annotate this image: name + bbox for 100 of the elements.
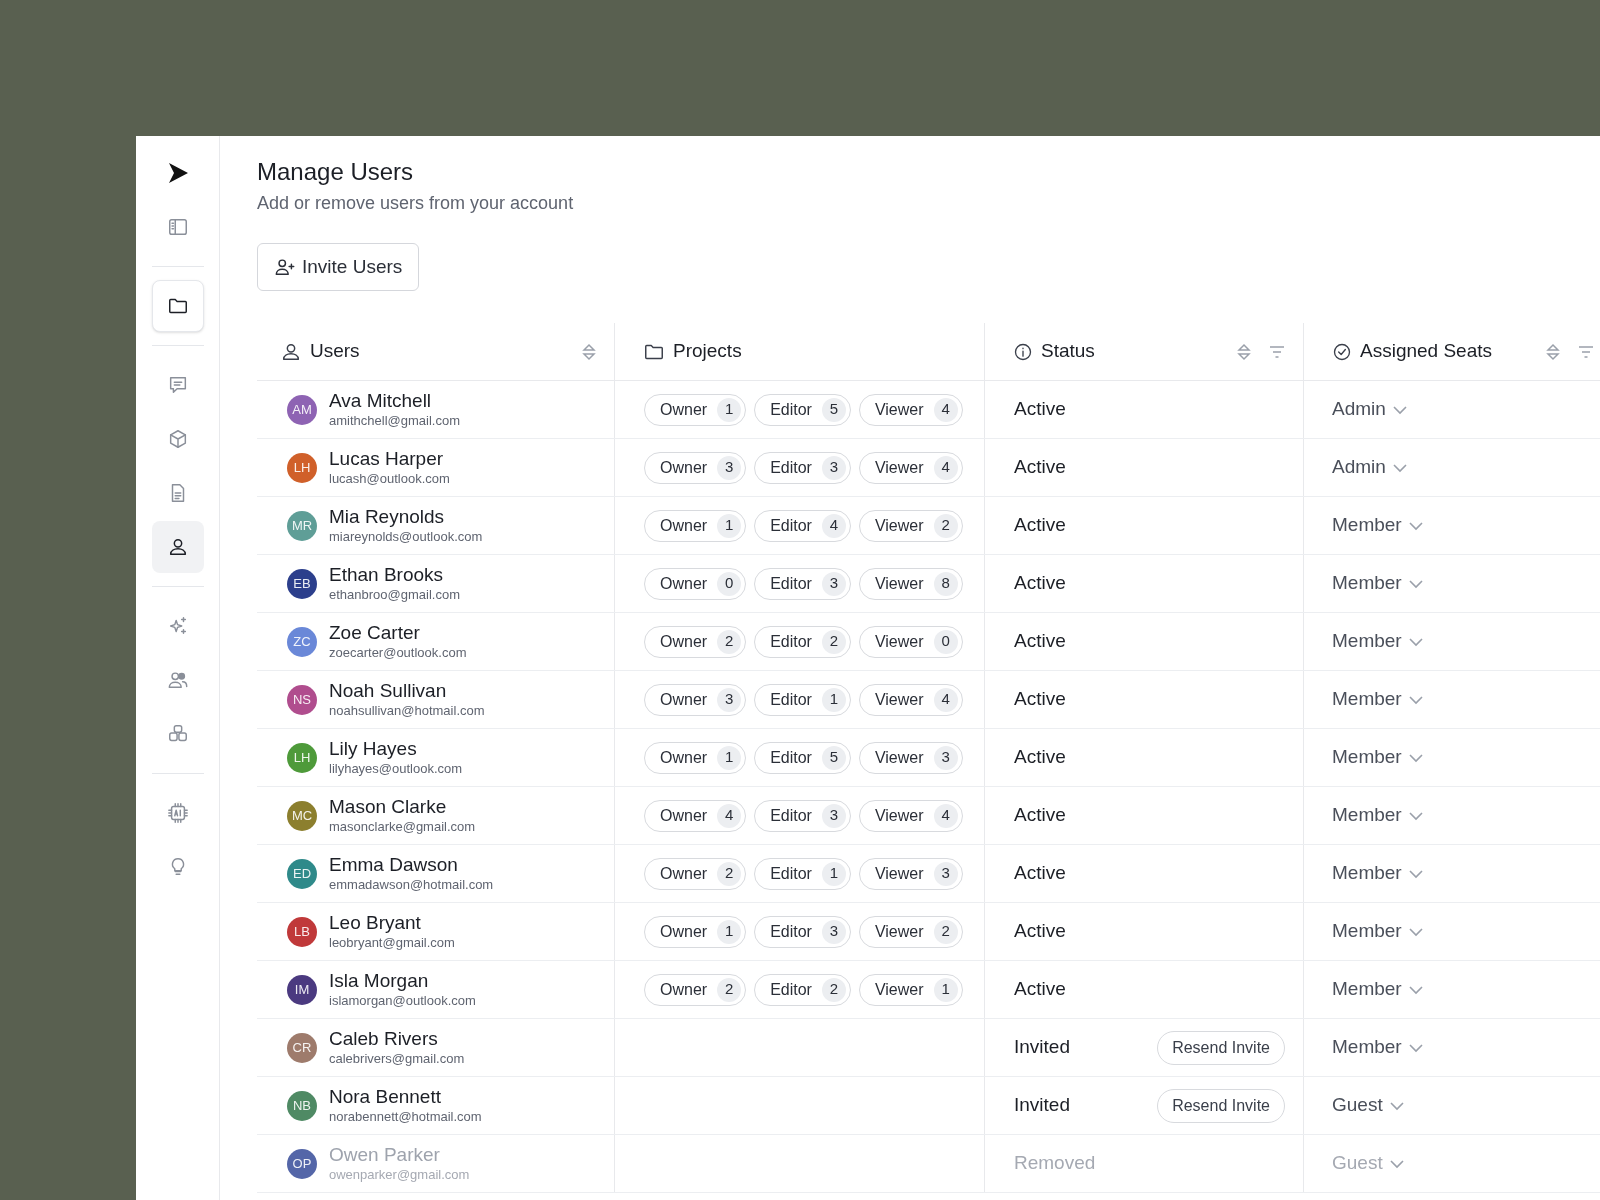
page-subtitle: Add or remove users from your account xyxy=(257,192,574,215)
seat-dropdown[interactable]: Member xyxy=(1332,685,1424,714)
status-text: Active xyxy=(1014,397,1066,422)
role-count: 3 xyxy=(933,861,958,886)
role-count: 1 xyxy=(717,919,742,944)
avatar: EB xyxy=(287,568,317,599)
role-count: 5 xyxy=(821,745,846,770)
avatar: ZC xyxy=(287,626,317,657)
role-count: 3 xyxy=(717,455,742,480)
avatar: NS xyxy=(287,684,317,715)
column-header: Projects xyxy=(673,339,742,364)
seat-dropdown[interactable]: Member xyxy=(1332,975,1424,1004)
avatar: LB xyxy=(287,916,317,947)
user-name: Owen Parker xyxy=(329,1144,441,1166)
seat-dropdown[interactable]: Member xyxy=(1332,569,1424,598)
user-name: Lucas Harper xyxy=(329,448,445,470)
avatar: OP xyxy=(287,1148,317,1179)
role-count: 3 xyxy=(821,571,846,596)
role-count: 1 xyxy=(717,745,742,770)
seat-dropdown[interactable]: Guest xyxy=(1332,1091,1405,1120)
avatar: NB xyxy=(287,1090,317,1121)
invite-users-button[interactable]: Invite Users xyxy=(257,243,420,291)
user-name: Isla Morgan xyxy=(329,970,430,992)
status-text: Active xyxy=(1014,861,1066,886)
role-count: 2 xyxy=(933,919,958,944)
user-name: Caleb Rivers xyxy=(329,1028,439,1050)
status-text: Active xyxy=(1014,513,1066,538)
role-count: 1 xyxy=(821,687,846,712)
avatar: IM xyxy=(287,974,317,1005)
role-count: 1 xyxy=(717,513,742,538)
avatar: MR xyxy=(287,510,317,541)
role-count: 1 xyxy=(717,397,742,422)
user-email: ethanbroo@gmail.com xyxy=(329,586,460,603)
column-header: Assigned Seats xyxy=(1360,339,1493,364)
user-name: Nora Bennett xyxy=(329,1086,442,1108)
role-count: 2 xyxy=(821,629,846,654)
role-count: 2 xyxy=(933,513,958,538)
avatar: LH xyxy=(287,452,317,483)
role-count: 1 xyxy=(821,861,846,886)
user-email: lucash@outlook.com xyxy=(329,470,450,487)
user-name: Noah Sullivan xyxy=(329,680,448,702)
role-count: 4 xyxy=(933,687,958,712)
seat-dropdown[interactable]: Member xyxy=(1332,801,1424,830)
user-email: masonclarke@gmail.com xyxy=(329,818,476,835)
user-name: Leo Bryant xyxy=(329,912,422,934)
user-name: Ava Mitchell xyxy=(329,390,433,412)
status-text: Active xyxy=(1014,977,1066,1002)
role-count: 3 xyxy=(821,455,846,480)
status-text: Active xyxy=(1014,629,1066,654)
seat-dropdown[interactable]: Member xyxy=(1332,743,1424,772)
user-email: norabennett@hotmail.com xyxy=(329,1108,482,1125)
seat-dropdown[interactable]: Admin xyxy=(1332,453,1408,482)
status-text: Active xyxy=(1014,745,1066,770)
seat-dropdown[interactable]: Member xyxy=(1332,627,1424,656)
user-email: leobryant@gmail.com xyxy=(329,934,455,951)
user-email: noahsullivan@hotmail.com xyxy=(329,702,485,719)
status-text: Invited xyxy=(1014,1093,1070,1118)
avatar: AM xyxy=(287,394,317,425)
user-name: Mason Clarke xyxy=(329,796,448,818)
column-header: Users xyxy=(310,339,360,364)
user-name: Zoe Carter xyxy=(329,622,421,644)
role-count: 0 xyxy=(717,571,742,596)
role-count: 0 xyxy=(933,629,958,654)
user-email: amithchell@gmail.com xyxy=(329,412,460,429)
seat-dropdown[interactable]: Member xyxy=(1332,511,1424,540)
resend-invite-button[interactable]: Resend Invite xyxy=(1157,1030,1285,1065)
role-count: 4 xyxy=(821,513,846,538)
user-email: lilyhayes@outlook.com xyxy=(329,760,463,777)
avatar: MC xyxy=(287,800,317,831)
seat-dropdown[interactable]: Member xyxy=(1332,1033,1424,1062)
role-count: 8 xyxy=(933,571,958,596)
role-count: 4 xyxy=(933,455,958,480)
status-text: Active xyxy=(1014,687,1066,712)
user-email: zoecarter@outlook.com xyxy=(329,644,467,661)
user-email: miareynolds@outlook.com xyxy=(329,528,483,545)
role-count: 4 xyxy=(933,803,958,828)
role-count: 5 xyxy=(821,397,846,422)
user-name: Ethan Brooks xyxy=(329,564,445,586)
status-text: Removed xyxy=(1014,1151,1096,1176)
role-count: 3 xyxy=(821,919,846,944)
role-count: 3 xyxy=(821,803,846,828)
avatar: ED xyxy=(287,858,317,889)
avatar: LH xyxy=(287,742,317,773)
status-text: Active xyxy=(1014,919,1066,944)
role-count: 3 xyxy=(717,687,742,712)
status-text: Invited xyxy=(1014,1035,1070,1060)
seat-dropdown[interactable]: Member xyxy=(1332,917,1424,946)
resend-invite-button[interactable]: Resend Invite xyxy=(1157,1088,1285,1123)
user-email: islamorgan@outlook.com xyxy=(329,992,476,1009)
user-email: emmadawson@hotmail.com xyxy=(329,876,494,893)
status-text: Active xyxy=(1014,571,1066,596)
role-count: 2 xyxy=(717,861,742,886)
user-name: Mia Reynolds xyxy=(329,506,446,528)
role-count: 2 xyxy=(821,977,846,1002)
seat-dropdown[interactable]: Admin xyxy=(1332,395,1408,424)
role-count: 4 xyxy=(717,803,742,828)
role-count: 3 xyxy=(933,745,958,770)
role-count: 1 xyxy=(933,977,958,1002)
status-text: Active xyxy=(1014,803,1066,828)
seat-dropdown[interactable]: Member xyxy=(1332,859,1424,888)
